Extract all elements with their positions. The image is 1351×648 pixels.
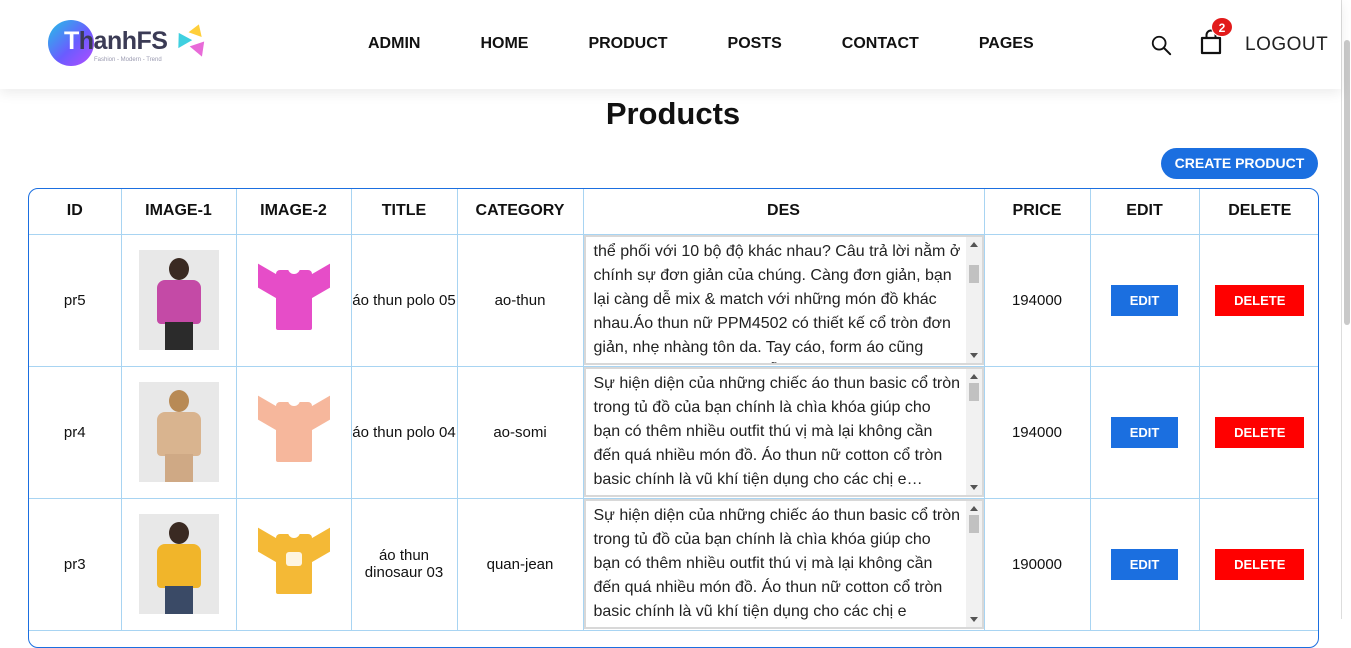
- cell-price: 194000: [983, 365, 1091, 499]
- nav-product[interactable]: PRODUCT: [588, 35, 667, 53]
- cell-id: pr3: [29, 497, 122, 631]
- shirt-photo: [254, 382, 334, 482]
- logo-text: ThanhFS: [64, 27, 168, 56]
- description-text: thể phối với 10 bộ độ khác nhau? Câu trả…: [593, 243, 961, 356]
- description-text: Sự hiện diện của những chiếc áo thun bas…: [593, 375, 961, 488]
- nav-admin[interactable]: ADMIN: [368, 35, 420, 53]
- logo[interactable]: ThanhFS Fashion - Modern - Trend: [48, 18, 218, 70]
- scroll-down-icon[interactable]: [969, 617, 978, 622]
- cell-price: 194000: [983, 233, 1091, 367]
- cell-image-2: [235, 365, 352, 499]
- cell-id: pr5: [29, 233, 122, 367]
- scroll-up-icon[interactable]: [969, 242, 978, 247]
- cell-image-1: [120, 233, 237, 367]
- column-header-image-2: IMAGE-2: [235, 189, 352, 235]
- create-product-button[interactable]: CREATE PRODUCT: [1161, 148, 1318, 179]
- table-row: pr3 áo thun dinosaur 03 quan-jean Sự hiệ…: [29, 497, 1318, 631]
- cell-price: 190000: [983, 497, 1091, 631]
- logo-triangle-icon: [189, 36, 211, 57]
- cell-image-2: [235, 497, 352, 631]
- cell-edit: EDIT: [1089, 497, 1200, 631]
- cell-category: quan-jean: [456, 497, 584, 631]
- nav-pages[interactable]: PAGES: [979, 35, 1034, 53]
- cell-des: thể phối với 10 bộ độ khác nhau? Câu trả…: [582, 233, 985, 367]
- cell-des: Sự hiện diện của những chiếc áo thun bas…: [582, 365, 985, 499]
- cell-delete: DELETE: [1198, 497, 1318, 631]
- edit-button[interactable]: EDIT: [1111, 548, 1178, 580]
- cell-edit: EDIT: [1089, 365, 1200, 499]
- logo-text-first: T: [64, 27, 79, 55]
- delete-button[interactable]: DELETE: [1215, 284, 1305, 316]
- model-photo: [138, 514, 219, 614]
- main-nav: ADMIN HOME PRODUCT POSTS CONTACT PAGES: [368, 35, 1094, 53]
- scroll-down-icon[interactable]: [969, 485, 978, 490]
- column-header-delete: DELETE: [1198, 189, 1318, 235]
- search-icon[interactable]: [1150, 34, 1172, 56]
- shirt-photo: [254, 250, 334, 350]
- table-row: pr4 áo thun polo 04 ao-somi Sự hiện diện…: [29, 365, 1318, 499]
- cell-image-2: [235, 233, 352, 367]
- cell-des: Sự hiện diện của những chiếc áo thun bas…: [582, 497, 985, 631]
- cell-category: ao-somi: [456, 365, 584, 499]
- logo-triangle-icon: [188, 21, 206, 38]
- column-header-des: DES: [582, 189, 985, 235]
- scroll-down-icon[interactable]: [969, 353, 978, 358]
- description-scrollbar[interactable]: [965, 237, 982, 363]
- cell-title: áo thun dinosaur 03: [350, 497, 458, 631]
- cell-title: áo thun polo 05: [350, 233, 458, 367]
- column-header-price: PRICE: [983, 189, 1091, 235]
- scroll-up-icon[interactable]: [969, 506, 978, 511]
- table-row: pr5 áo thun polo 05 ao-thun thể phối với…: [29, 233, 1318, 367]
- cell-image-1: [120, 365, 237, 499]
- logo-text-rest: hanhFS: [78, 27, 168, 55]
- page-scrollbar-thumb[interactable]: [1344, 40, 1350, 325]
- edit-button[interactable]: EDIT: [1111, 284, 1178, 316]
- scroll-up-icon[interactable]: [969, 374, 978, 379]
- model-photo: [138, 250, 219, 350]
- description-scrollbar[interactable]: [965, 501, 982, 627]
- column-header-image-1: IMAGE-1: [120, 189, 237, 235]
- description-scrollbar[interactable]: [965, 369, 982, 495]
- cell-delete: DELETE: [1198, 365, 1318, 499]
- description-text: Sự hiện diện của những chiếc áo thun bas…: [593, 507, 961, 620]
- description-textarea[interactable]: thể phối với 10 bộ độ khác nhau? Câu trả…: [583, 235, 984, 365]
- cart-count-badge: 2: [1211, 17, 1233, 37]
- logout-link[interactable]: LOGOUT: [1245, 34, 1328, 56]
- header: ThanhFS Fashion - Modern - Trend ADMIN H…: [0, 0, 1341, 89]
- cell-id: pr4: [29, 365, 122, 499]
- products-table: ID IMAGE-1 IMAGE-2 TITLE CATEGORY DES PR…: [28, 188, 1319, 648]
- edit-button[interactable]: EDIT: [1111, 416, 1178, 448]
- page-title: Products: [605, 96, 741, 131]
- cell-category: ao-thun: [456, 233, 584, 367]
- delete-button[interactable]: DELETE: [1215, 548, 1305, 580]
- shirt-photo: [254, 514, 334, 614]
- page-scrollbar[interactable]: [1341, 0, 1351, 619]
- table-header-row: ID IMAGE-1 IMAGE-2 TITLE CATEGORY DES PR…: [29, 189, 1318, 235]
- description-textarea[interactable]: Sự hiện diện của những chiếc áo thun bas…: [583, 367, 984, 497]
- cell-image-1: [120, 497, 237, 631]
- nav-home[interactable]: HOME: [480, 35, 528, 53]
- column-header-edit: EDIT: [1089, 189, 1200, 235]
- column-header-id: ID: [29, 189, 122, 235]
- nav-posts[interactable]: POSTS: [728, 35, 782, 53]
- model-photo: [138, 382, 219, 482]
- cell-edit: EDIT: [1089, 233, 1200, 367]
- cell-delete: DELETE: [1198, 233, 1318, 367]
- nav-contact[interactable]: CONTACT: [842, 35, 919, 53]
- cell-title: áo thun polo 04: [350, 365, 458, 499]
- column-header-title: TITLE: [350, 189, 458, 235]
- description-textarea[interactable]: Sự hiện diện của những chiếc áo thun bas…: [583, 499, 984, 629]
- column-header-category: CATEGORY: [456, 189, 584, 235]
- logo-tagline: Fashion - Modern - Trend: [94, 57, 162, 63]
- delete-button[interactable]: DELETE: [1215, 416, 1305, 448]
